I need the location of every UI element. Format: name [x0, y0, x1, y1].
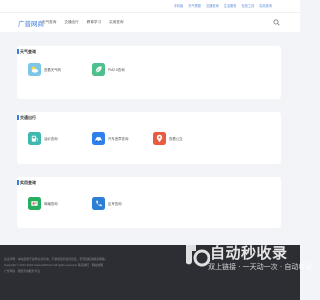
top-link[interactable]: 手机版: [174, 3, 184, 8]
fuel-icon: [28, 132, 41, 145]
service-item-label: 汽车违章查询: [108, 137, 129, 141]
mail-icon: [28, 197, 41, 210]
footer-disclaimer: 免责声明：本站仅用于提供信息查询，不承担任何法律责任，若有侵权请联系删除。: [4, 257, 108, 261]
top-link[interactable]: 实用查询: [259, 3, 272, 8]
site-header: 广普网商 天气查询 交通出行 教育学习 实用查询: [0, 12, 300, 32]
top-link[interactable]: 天气预报: [188, 3, 201, 8]
service-item-label: 区号查询: [108, 202, 122, 206]
watermark-logo-icon: [186, 245, 210, 267]
service-item[interactable]: 汽车违章查询: [92, 132, 128, 145]
section-accent-bar: [17, 180, 19, 185]
service-item-label: 邮编查询: [44, 202, 58, 206]
service-item[interactable]: 邮编查询: [28, 197, 58, 210]
section-accent-bar: [17, 49, 19, 54]
car-icon: [92, 132, 105, 145]
service-item[interactable]: 查看天气网: [28, 63, 61, 76]
service-item[interactable]: PM2.5查询: [92, 63, 125, 76]
section-title: 实用查询: [20, 180, 36, 185]
top-link[interactable]: 在线工具: [242, 3, 255, 8]
top-links: 手机版 天气预报 交通查询 生活服务 在线工具 实用查询: [174, 3, 272, 8]
nav-item-transport[interactable]: 交通出行: [64, 20, 78, 25]
main-nav: 天气查询 交通出行 教育学习 实用查询: [42, 20, 124, 25]
sun-cloud-icon: [28, 63, 41, 76]
site-logo[interactable]: 广普网商: [18, 18, 44, 28]
section-title: 天气查询: [20, 49, 36, 54]
service-item-label: 查看公交: [169, 137, 183, 141]
top-utility-bar: 手机版 天气预报 交通查询 生活服务 在线工具 实用查询: [0, 0, 300, 12]
service-item-label: PM2.5查询: [108, 68, 125, 72]
location-pin-icon: [153, 132, 166, 145]
top-link[interactable]: 交通查询: [206, 3, 219, 8]
section-weather: 天气查询 查看天气网 PM2.5查询: [17, 46, 281, 99]
watermark-sub-text: 双上链接 · 一天动一次 · 自动收录: [208, 263, 313, 271]
phone-icon: [92, 197, 105, 210]
watermark: 自动秒收录 双上链接 · 一天动一次 · 自动收录: [180, 238, 312, 278]
leaf-icon: [92, 63, 105, 76]
nav-item-utilities[interactable]: 实用查询: [109, 20, 123, 25]
footer-copyright: Copyright © 2012-2024 chaxun100.com All …: [4, 263, 103, 267]
footer-brand: 广普网商 · 便民查询服务平台: [4, 269, 41, 273]
service-item-label: 查看天气网: [44, 68, 61, 72]
section-utilities: 实用查询 邮编查询 区号查询: [17, 177, 281, 228]
service-item[interactable]: 油价查询: [28, 132, 58, 145]
section-title: 交通出行: [20, 115, 36, 120]
search-icon[interactable]: [273, 19, 280, 26]
watermark-main-text: 自动秒收录: [210, 244, 288, 262]
service-item[interactable]: 查看公交: [153, 132, 183, 145]
service-item[interactable]: 区号查询: [92, 197, 122, 210]
section-transport: 交通出行 油价查询 汽车违章查询 查看公交: [17, 112, 281, 164]
nav-item-weather[interactable]: 天气查询: [42, 20, 56, 25]
section-accent-bar: [17, 115, 19, 120]
top-link[interactable]: 生活服务: [224, 3, 237, 8]
service-item-label: 油价查询: [44, 137, 58, 141]
nav-item-education[interactable]: 教育学习: [87, 20, 101, 25]
